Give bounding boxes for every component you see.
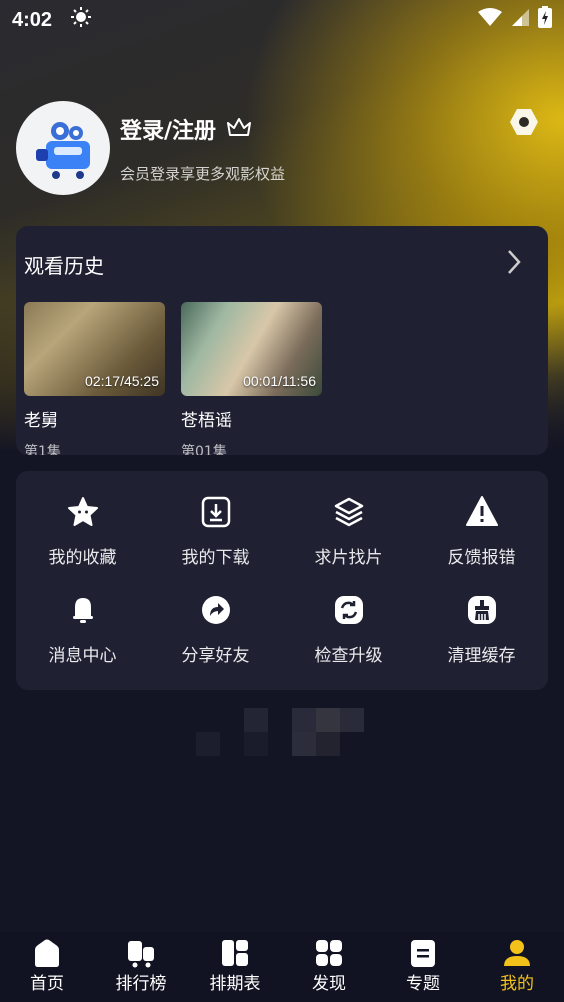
watch-progress: 00:01/11:56 (243, 373, 316, 389)
menu-label: 反馈报错 (447, 548, 516, 569)
signal-icon (510, 7, 530, 33)
discover-icon (316, 940, 342, 966)
menu-request[interactable]: 求片找片 (282, 483, 415, 581)
login-subtitle: 会员登录享更多观影权益 (120, 164, 286, 183)
video-title: 老舅 (24, 411, 58, 431)
watch-history-section: 观看历史 02:17/45:25 老舅 第1集 00:01/11:56 苍梧谣 … (16, 226, 548, 455)
history-card[interactable]: 02:17/45:25 老舅 第1集 (24, 302, 165, 455)
refresh-icon (334, 595, 363, 624)
menu-label: 求片找片 (314, 548, 383, 569)
tab-discover[interactable]: 发现 (282, 932, 376, 1002)
video-title: 苍梧谣 (181, 411, 232, 431)
brush-icon (467, 595, 496, 624)
bottom-tab-bar: 首页 排行榜 排期表 发现 专题 我的 (0, 932, 564, 1002)
watch-progress: 02:17/45:25 (85, 373, 159, 389)
tab-label: 专题 (406, 974, 440, 994)
schedule-icon (222, 940, 248, 966)
menu-feedback[interactable]: 反馈报错 (415, 483, 548, 581)
chevron-right-icon[interactable] (506, 249, 522, 279)
ad-placeholder (196, 706, 436, 756)
login-register-link[interactable]: 登录/注册 (120, 113, 216, 145)
menu-update[interactable]: 检查升级 (282, 581, 415, 679)
layers-icon (334, 498, 363, 527)
tab-label: 我的 (500, 974, 534, 994)
brightness-icon (70, 6, 92, 34)
settings-icon[interactable] (508, 106, 540, 142)
download-icon (201, 497, 230, 528)
feature-grid: 我的收藏 我的下载 求片找片 反馈报错 消息中心 分享好友 检查升级 清理缓存 (16, 471, 548, 690)
bell-icon (72, 597, 93, 623)
crown-icon (226, 116, 252, 142)
video-thumbnail[interactable]: 00:01/11:56 (181, 302, 322, 396)
menu-messages[interactable]: 消息中心 (16, 581, 149, 679)
wifi-icon (478, 7, 502, 33)
ranking-icon (128, 941, 154, 968)
menu-downloads[interactable]: 我的下载 (149, 483, 282, 581)
tab-schedule[interactable]: 排期表 (188, 932, 282, 1002)
home-icon (35, 939, 59, 967)
history-card[interactable]: 00:01/11:56 苍梧谣 第01集 (181, 302, 322, 455)
warning-icon (465, 496, 498, 527)
status-time: 4:02 (12, 8, 53, 31)
menu-label: 清理缓存 (447, 645, 516, 666)
movie-camera-icon (36, 122, 90, 179)
topic-icon (411, 940, 435, 967)
tab-topics[interactable]: 专题 (376, 932, 470, 1002)
profile-icon (504, 940, 530, 966)
menu-favorites[interactable]: 我的收藏 (16, 483, 149, 581)
tab-label: 首页 (30, 974, 64, 994)
share-icon (201, 595, 230, 624)
tab-label: 排期表 (209, 974, 261, 994)
menu-label: 分享好友 (181, 645, 250, 666)
tab-label: 排行榜 (115, 974, 167, 994)
menu-share[interactable]: 分享好友 (149, 581, 282, 679)
tab-home[interactable]: 首页 (0, 932, 94, 1002)
tab-ranking[interactable]: 排行榜 (94, 932, 188, 1002)
avatar[interactable] (16, 101, 110, 195)
watch-history-header[interactable]: 观看历史 (16, 226, 548, 302)
episode-label: 第1集 (24, 444, 61, 455)
tab-label: 发现 (312, 974, 346, 994)
menu-label: 我的下载 (181, 548, 250, 569)
star-icon (67, 497, 98, 527)
tab-mine[interactable]: 我的 (470, 932, 564, 1002)
profile-header[interactable]: 登录/注册 会员登录享更多观影权益 (16, 100, 548, 196)
battery-icon (538, 6, 552, 34)
watch-history-title: 观看历史 (24, 253, 104, 278)
menu-label: 消息中心 (48, 645, 117, 666)
video-thumbnail[interactable]: 02:17/45:25 (24, 302, 165, 396)
status-bar: 4:02 (0, 0, 564, 40)
menu-label: 检查升级 (314, 645, 383, 666)
episode-label: 第01集 (181, 444, 227, 455)
menu-label: 我的收藏 (48, 548, 117, 569)
menu-clear-cache[interactable]: 清理缓存 (415, 581, 548, 679)
